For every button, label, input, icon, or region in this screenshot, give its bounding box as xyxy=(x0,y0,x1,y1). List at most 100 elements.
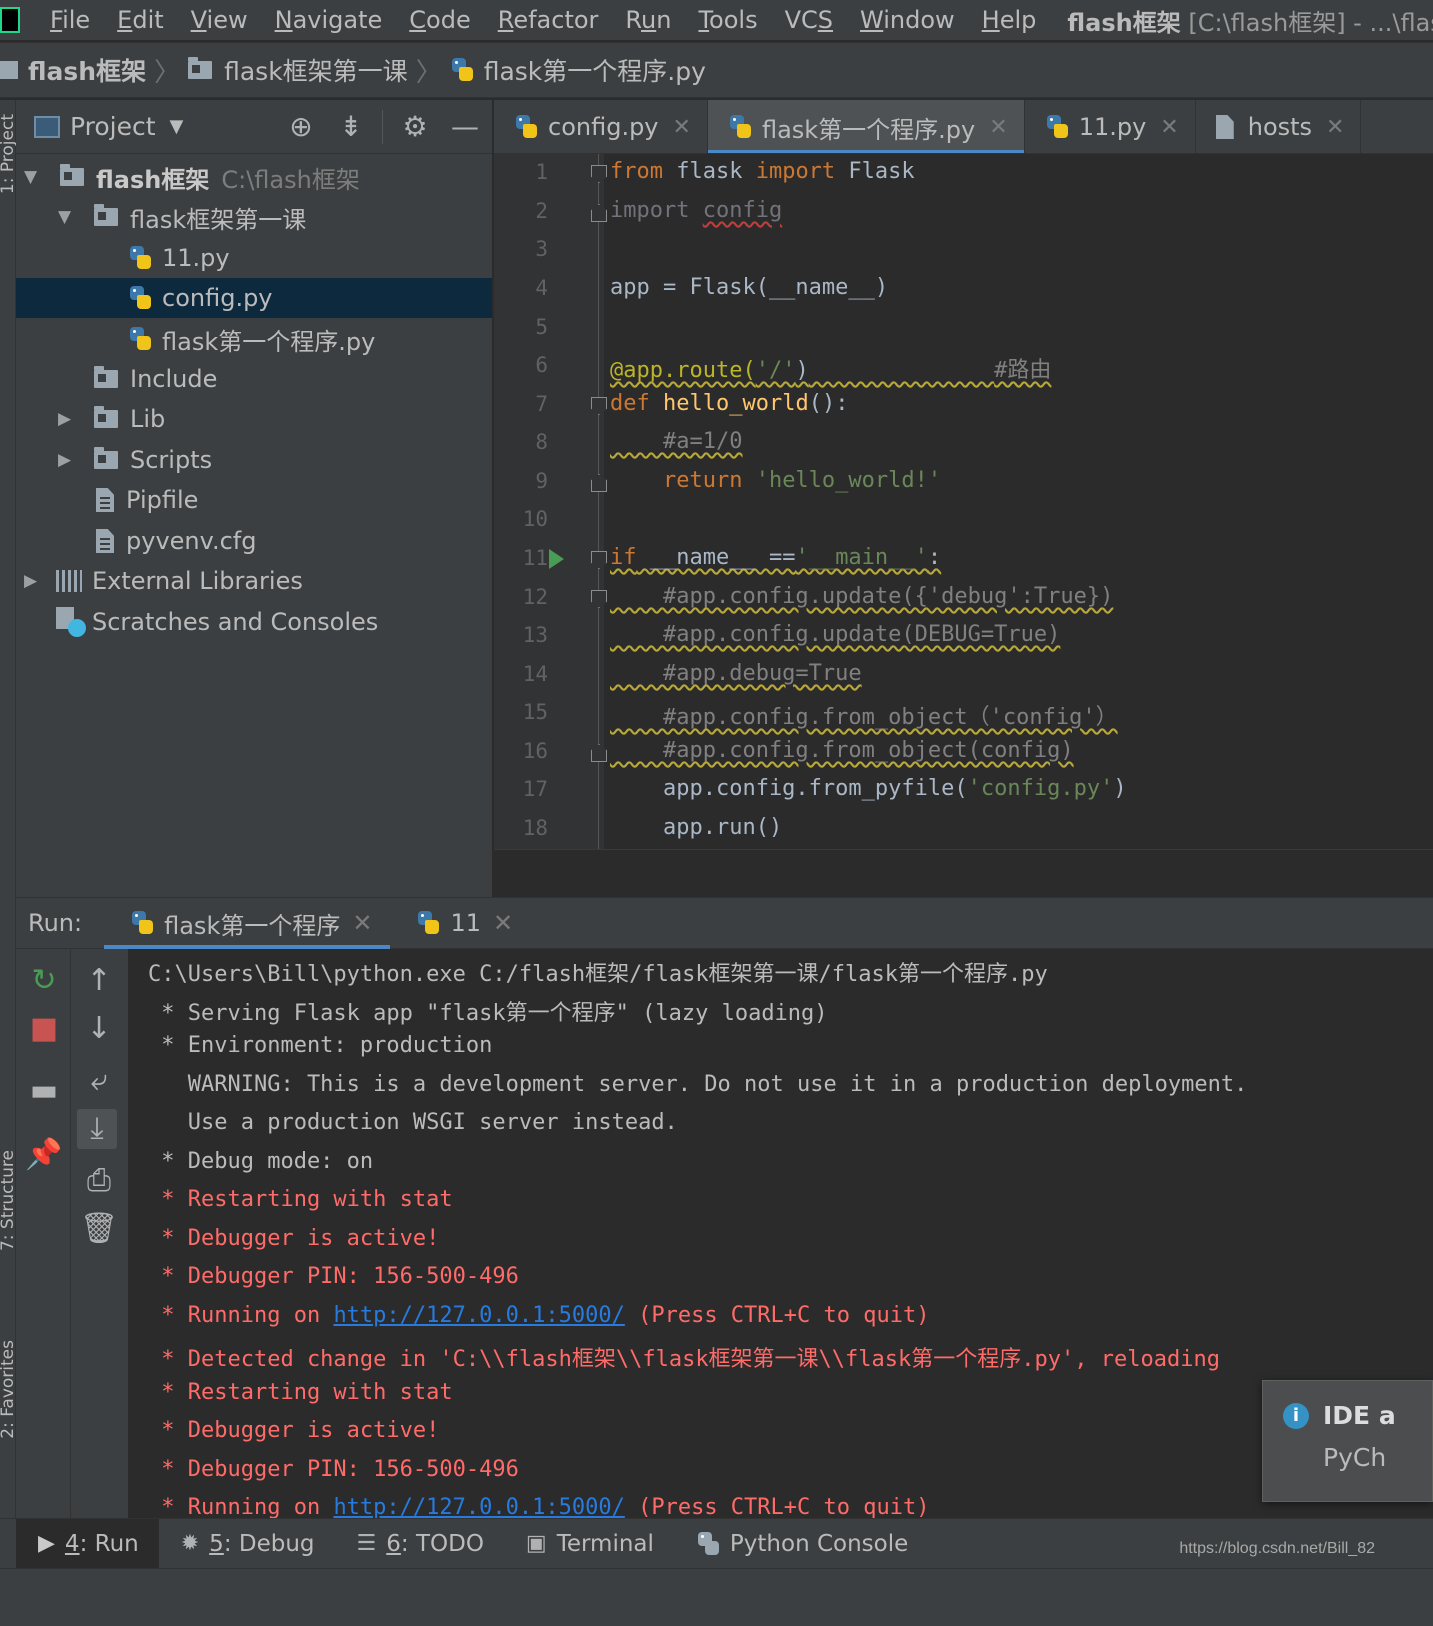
menu-tools[interactable]: Tools xyxy=(698,6,757,34)
close-icon[interactable]: ✕ xyxy=(1160,115,1178,140)
menu-navigate[interactable]: Navigate xyxy=(275,6,383,34)
menu-file[interactable]: File xyxy=(50,6,90,34)
soft-wrap-icon[interactable]: ⤶ xyxy=(79,1061,119,1101)
console-line: * Serving Flask app "flask第一个程序" (lazy l… xyxy=(148,1001,828,1026)
line-number: 13 xyxy=(522,623,548,647)
project-view-selector[interactable]: Project xyxy=(70,112,156,141)
tree-item-folder[interactable]: ▶ Lib xyxy=(16,399,492,439)
tree-item-file-selected[interactable]: config.py xyxy=(16,278,492,318)
menu-help[interactable]: Help xyxy=(982,6,1037,34)
chevron-right-icon[interactable]: ▶ xyxy=(58,409,71,429)
window-title: flash框架 [C:\flash框架] - ...\flask第一 xyxy=(1067,8,1433,37)
tree-item-folder[interactable]: ▼ flask框架第一课 xyxy=(16,197,492,237)
breadcrumb-separator: 〉 xyxy=(154,57,181,88)
hide-panel-icon[interactable]: — xyxy=(450,112,480,142)
tab-label: 11.py xyxy=(1078,113,1147,141)
run-toolbar-secondary: ↑ ↓ ⤶ ⤓ ⎙ 🗑 xyxy=(71,949,128,1518)
notification-balloon[interactable]: i IDE a PyCh xyxy=(1262,1380,1433,1502)
menu-vcs[interactable]: VCS xyxy=(785,6,833,34)
line-number: 14 xyxy=(522,662,548,686)
tree-item-external-libraries[interactable]: ▶ External Libraries xyxy=(16,561,492,601)
tree-item-file[interactable]: flask第一个程序.py xyxy=(16,319,492,359)
menu-edit[interactable]: Edit xyxy=(117,6,163,34)
close-icon[interactable]: ✕ xyxy=(989,115,1007,140)
tab-hosts[interactable]: hosts ✕ xyxy=(1196,100,1362,153)
menu-run[interactable]: Run xyxy=(625,6,671,34)
menu-window[interactable]: Window xyxy=(860,6,955,34)
gear-icon[interactable]: ⚙ xyxy=(400,112,430,142)
run-tab-11[interactable]: 11 ✕ xyxy=(390,897,531,949)
tree-item-file[interactable]: 11.py xyxy=(16,238,492,278)
tool-window-todo[interactable]: ☰ 6: TODO xyxy=(335,1519,504,1569)
close-icon[interactable]: ✕ xyxy=(493,909,513,937)
collapse-all-icon[interactable]: ⇟ xyxy=(336,112,366,142)
line-number: 4 xyxy=(535,276,548,300)
tab-config-py[interactable]: config.py ✕ xyxy=(494,100,708,153)
console-link[interactable]: http://127.0.0.1:5000/ xyxy=(333,1495,624,1518)
python-file-icon xyxy=(514,114,540,140)
menu-refactor[interactable]: Refactor xyxy=(498,6,599,34)
chevron-right-icon[interactable]: ▶ xyxy=(24,571,37,591)
scroll-to-end-icon[interactable]: ⤓ xyxy=(77,1109,117,1149)
tab-flask-program[interactable]: flask第一个程序.py ✕ xyxy=(707,100,1025,153)
tab-11-py[interactable]: 11.py ✕ xyxy=(1025,100,1196,153)
run-gutter-icon[interactable] xyxy=(549,549,564,569)
run-panel-title: Run: xyxy=(28,909,83,937)
arrow-down-icon[interactable]: ↓ xyxy=(79,1009,119,1049)
restore-layout-icon[interactable]: ▬ xyxy=(24,1071,64,1111)
code-line-8: #a=1/0 xyxy=(610,429,743,454)
arrow-up-icon[interactable]: ↑ xyxy=(79,961,119,1001)
tree-item-label: Pipfile xyxy=(126,486,199,514)
chevron-right-icon[interactable]: ▶ xyxy=(58,450,71,470)
folder-icon xyxy=(94,366,118,388)
line-number: 8 xyxy=(535,430,548,454)
tree-item-label: Scripts xyxy=(130,446,213,474)
folder-icon xyxy=(188,57,213,79)
menu-view[interactable]: View xyxy=(191,6,248,34)
menu-code[interactable]: Code xyxy=(409,6,470,34)
text-file-icon xyxy=(1215,115,1234,139)
tree-item-label: flask第一个程序.py xyxy=(162,327,376,356)
chevron-down-icon[interactable]: ▼ xyxy=(24,167,37,187)
breadcrumb-folder[interactable]: flask框架第一课 xyxy=(188,52,408,88)
run-toolbar-primary: ↻ ■ ▬ 📌 xyxy=(16,949,71,1518)
close-icon[interactable]: ✕ xyxy=(352,909,372,937)
console-line: * Debugger is active! xyxy=(148,1226,440,1251)
run-panel-header: Run: flask第一个程序 ✕ 11 ✕ xyxy=(16,897,1433,949)
tree-item-folder[interactable]: ▶ Scripts xyxy=(16,440,492,480)
console-link[interactable]: http://127.0.0.1:5000/ xyxy=(333,1303,624,1328)
tool-window-debug[interactable]: ✹ 5: Debug xyxy=(159,1519,335,1569)
line-number: 7 xyxy=(535,392,548,416)
chevron-down-icon[interactable]: ▼ xyxy=(58,207,71,227)
console-line: * Restarting with stat xyxy=(148,1187,453,1212)
tool-window-python-console[interactable]: Python Console xyxy=(674,1519,928,1569)
tree-item-file[interactable]: pyvenv.cfg xyxy=(16,521,492,561)
info-icon: i xyxy=(1283,1403,1309,1429)
run-tab-flask-program[interactable]: flask第一个程序 ✕ xyxy=(104,897,391,949)
folder-icon xyxy=(94,447,118,469)
code-line-17: app.config.from_pyfile('config.py') xyxy=(610,776,1127,801)
close-icon[interactable]: ✕ xyxy=(673,115,691,140)
tree-item-folder[interactable]: Include xyxy=(16,359,492,399)
tree-item-scratches[interactable]: Scratches and Consoles xyxy=(16,602,492,642)
tool-window-run[interactable]: ▶ 4: Run xyxy=(16,1518,159,1569)
close-icon[interactable]: ✕ xyxy=(1326,115,1344,140)
terminal-icon: ▣ xyxy=(525,1531,547,1556)
stop-icon[interactable]: ■ xyxy=(24,1009,64,1049)
locate-file-icon[interactable]: ⊕ xyxy=(286,112,316,142)
python-file-icon xyxy=(1045,114,1071,140)
console-line: * Environment: production xyxy=(148,1033,493,1058)
rerun-icon[interactable]: ↻ xyxy=(24,961,64,1001)
chevron-down-icon[interactable]: ▼ xyxy=(170,116,184,137)
tab-label: config.py xyxy=(548,113,659,141)
pin-icon[interactable]: 📌 xyxy=(24,1135,64,1175)
trash-icon[interactable]: 🗑 xyxy=(79,1209,119,1249)
run-tab-label: 11 xyxy=(450,909,481,937)
tree-item-project-root[interactable]: ▼ flash框架 C:\flash框架 xyxy=(16,157,492,197)
tree-item-file[interactable]: Pipfile xyxy=(16,480,492,520)
tool-window-terminal[interactable]: ▣ Terminal xyxy=(504,1519,674,1569)
console-line: * Running on http://127.0.0.1:5000/ (Pre… xyxy=(148,1495,930,1518)
print-icon[interactable]: ⎙ xyxy=(79,1161,119,1201)
breadcrumb-project[interactable]: flash框架 xyxy=(28,52,146,88)
breadcrumb-file[interactable]: flask第一个程序.py xyxy=(450,52,706,88)
